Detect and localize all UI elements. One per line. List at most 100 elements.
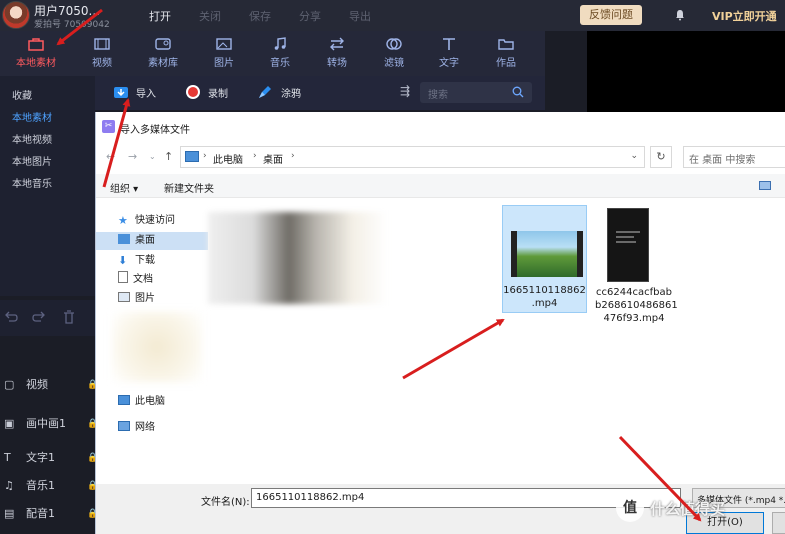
- back-icon[interactable]: ←: [106, 150, 115, 163]
- sidebar-item-documents[interactable]: 文档: [118, 271, 153, 289]
- tool-transition[interactable]: 转场: [309, 37, 365, 73]
- track-text[interactable]: T 文字1: [4, 449, 55, 465]
- sidebar-item-quick-access[interactable]: ★ 快速访问: [118, 212, 175, 230]
- app-topbar: 用户7050... 爱拍号 70509042 打开 关闭 保存 分享 导出 反馈…: [0, 0, 785, 31]
- timeline-toolbar: [0, 300, 95, 336]
- menu-export[interactable]: 导出: [349, 8, 371, 24]
- sidebar-item-this-pc[interactable]: 此电脑: [118, 393, 165, 411]
- tool-local-assets[interactable]: 本地素材: [8, 37, 64, 73]
- refresh-button[interactable]: ↻: [650, 146, 672, 168]
- tool-label: 文字: [439, 58, 459, 69]
- filter-icon: [386, 38, 402, 50]
- menu-close[interactable]: 关闭: [199, 8, 221, 24]
- track-pip[interactable]: ▣ 画中画1: [4, 415, 66, 431]
- recent-dropdown-icon[interactable]: ⌄: [149, 152, 156, 161]
- sidebar-item-label: 图片: [135, 293, 155, 304]
- nav-local-video[interactable]: 本地视频: [12, 131, 52, 146]
- record-button[interactable]: 录制: [208, 85, 228, 100]
- nav-local-music[interactable]: 本地音乐: [12, 175, 52, 190]
- track-video[interactable]: ▢ 视频: [4, 376, 48, 392]
- sidebar-item-pictures[interactable]: 图片: [118, 290, 155, 308]
- file-item-video[interactable]: cc6244cacfbab b268610486861 476f93.mp4: [595, 208, 678, 328]
- folder-icon: [498, 39, 514, 50]
- track-label: 画中画1: [26, 417, 66, 430]
- nav-local-images[interactable]: 本地图片: [12, 153, 52, 168]
- menu-save[interactable]: 保存: [249, 8, 271, 24]
- watermark-logo: 值: [616, 494, 644, 522]
- dialog-search-input[interactable]: 在 桌面 中搜索: [683, 146, 785, 168]
- local-assets-icon: [28, 38, 44, 51]
- download-icon: ⬇: [118, 254, 128, 267]
- nav-favorites[interactable]: 收藏: [12, 87, 32, 102]
- vip-button[interactable]: VIP立即开通: [712, 8, 777, 24]
- tool-label: 音乐: [270, 58, 290, 69]
- import-dialog: ✂ 导入多媒体文件 ← → ⌄ ↑ › 此电脑 › 桌面 › ⌄ ↻ 在 桌面 …: [95, 112, 785, 534]
- music-icon: ♫: [4, 479, 14, 492]
- redo-icon[interactable]: [32, 310, 46, 324]
- menu-share[interactable]: 分享: [299, 8, 321, 24]
- paint-icon[interactable]: [257, 84, 273, 100]
- refresh-icon: ↻: [656, 150, 666, 163]
- up-icon[interactable]: ↑: [164, 150, 173, 163]
- pictures-icon: [118, 292, 130, 302]
- pip-icon: ▣: [4, 417, 15, 430]
- tool-video[interactable]: 视频: [74, 37, 130, 73]
- chevron-right-icon: ›: [291, 151, 295, 161]
- tool-image[interactable]: 图片: [196, 37, 252, 73]
- avatar[interactable]: [2, 1, 30, 29]
- dialog-title: 导入多媒体文件: [120, 125, 190, 136]
- sidebar-item-network[interactable]: 网络: [118, 419, 155, 437]
- tool-text[interactable]: 文字: [421, 37, 477, 73]
- sidebar-item-desktop[interactable]: 桌面: [96, 232, 208, 250]
- document-icon: [118, 271, 128, 283]
- dialog-search-placeholder: 在 桌面 中搜索: [689, 155, 756, 166]
- breadcrumb-this-pc[interactable]: 此电脑: [213, 151, 243, 166]
- record-icon[interactable]: [185, 84, 201, 100]
- text-icon: [443, 38, 455, 50]
- import-icon[interactable]: [113, 84, 129, 100]
- voiceover-icon: ▤: [4, 507, 15, 520]
- chevron-down-icon[interactable]: ⌄: [630, 151, 638, 161]
- sort-icon[interactable]: ⇶: [400, 84, 410, 98]
- search-icon[interactable]: [512, 86, 524, 98]
- file-name-line: cc6244cacfbab: [596, 287, 672, 298]
- tool-label: 图片: [214, 58, 234, 69]
- library-icon: [155, 38, 171, 50]
- tool-library[interactable]: 素材库: [135, 37, 191, 73]
- asset-search-input[interactable]: 搜索: [420, 82, 532, 103]
- view-mode-icon[interactable]: [759, 181, 771, 190]
- tool-label: 视频: [92, 58, 112, 69]
- track-label: 文字1: [26, 451, 55, 464]
- sidebar-item-downloads[interactable]: ⬇ 下载: [118, 252, 155, 270]
- tool-music[interactable]: 音乐: [252, 37, 308, 73]
- sidebar-item-label: 下载: [135, 255, 155, 266]
- delete-icon[interactable]: [62, 310, 76, 324]
- file-item-video-selected[interactable]: 1665110118862 .mp4: [502, 205, 587, 313]
- tool-filter[interactable]: 滤镜: [366, 37, 422, 73]
- undo-icon[interactable]: [4, 310, 18, 324]
- paint-button[interactable]: 涂鸦: [281, 85, 301, 100]
- file-name-line: 1665110118862: [503, 285, 586, 296]
- bell-icon[interactable]: [674, 9, 686, 21]
- track-voiceover[interactable]: ▤ 配音1: [4, 505, 55, 521]
- breadcrumb-desktop[interactable]: 桌面: [263, 151, 283, 166]
- sidebar-item-label: 文档: [133, 274, 153, 285]
- sidebar-item-label: 网络: [135, 422, 155, 433]
- tool-works[interactable]: 作品: [478, 37, 534, 73]
- file-name-line: 476f93.mp4: [603, 313, 665, 324]
- feedback-button[interactable]: 反馈问题: [580, 5, 642, 25]
- desktop-icon: [118, 234, 130, 244]
- nav-local-assets[interactable]: 本地素材: [12, 109, 52, 124]
- address-bar[interactable]: › 此电脑 › 桌面 › ⌄: [180, 146, 645, 168]
- forward-icon[interactable]: →: [128, 150, 137, 163]
- new-folder-button[interactable]: 新建文件夹: [164, 180, 214, 195]
- menu-open[interactable]: 打开: [149, 8, 171, 24]
- blurred-content: [112, 312, 202, 382]
- organize-button[interactable]: 组织 ▾: [110, 180, 138, 195]
- import-button[interactable]: 导入: [136, 85, 156, 100]
- film-icon: [94, 38, 110, 50]
- track-music[interactable]: ♫ 音乐1: [4, 477, 55, 493]
- music-icon: [274, 37, 286, 50]
- video-thumbnail: [511, 231, 583, 277]
- text-icon: T: [4, 451, 11, 464]
